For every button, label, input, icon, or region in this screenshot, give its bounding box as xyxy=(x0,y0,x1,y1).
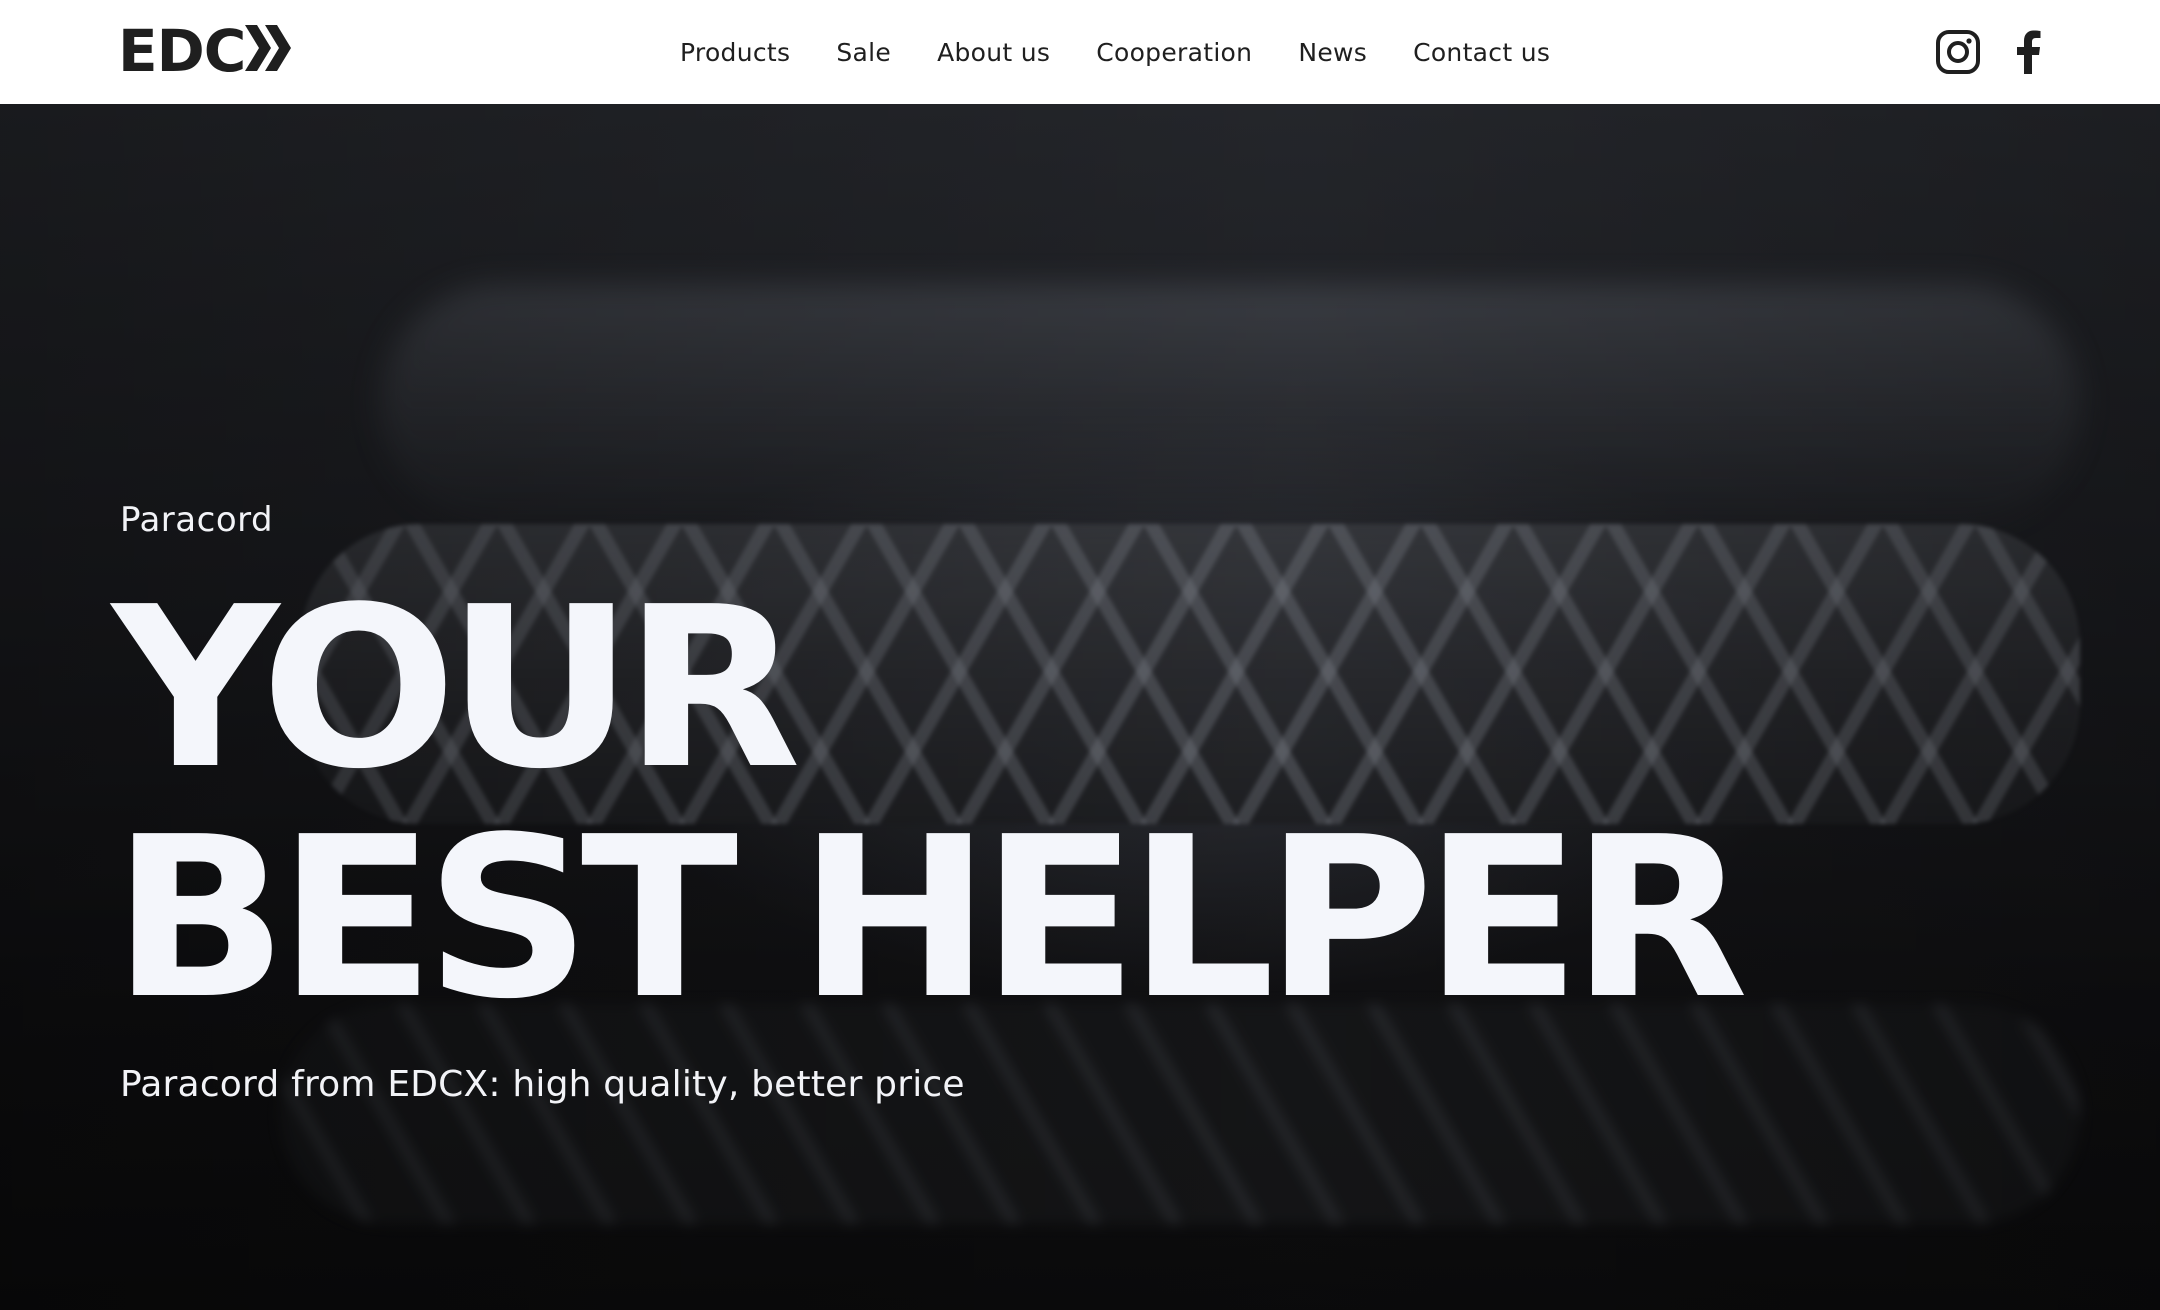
nav-news[interactable]: News xyxy=(1298,38,1367,67)
hero-headline-line-1: YOUR xyxy=(112,560,801,818)
site-header: EDC Products Sale About us Cooperation N… xyxy=(0,0,2160,104)
logo-text: EDC xyxy=(118,17,246,85)
logo-chevrons-icon xyxy=(243,22,295,80)
facebook-icon[interactable] xyxy=(2004,28,2052,76)
nav-sale[interactable]: Sale xyxy=(836,38,891,67)
nav-contact-us[interactable]: Contact us xyxy=(1413,38,1550,67)
nav-products[interactable]: Products xyxy=(680,38,790,67)
nav-cooperation[interactable]: Cooperation xyxy=(1096,38,1252,67)
logo[interactable]: EDC xyxy=(118,22,295,80)
hero-headline: YOUR BEST HELPER xyxy=(112,560,1749,1048)
hero-section: Paracord YOUR BEST HELPER Paracord from … xyxy=(0,104,2160,1310)
hero-subline: Paracord from EDCX: high quality, better… xyxy=(120,1064,965,1105)
hero-eyebrow: Paracord xyxy=(120,500,274,540)
main-nav: Products Sale About us Cooperation News … xyxy=(680,0,1596,104)
nav-about-us[interactable]: About us xyxy=(937,38,1050,67)
hero-headline-line-2: BEST HELPER xyxy=(112,790,1749,1048)
social-links xyxy=(1934,26,2052,78)
instagram-icon[interactable] xyxy=(1934,28,1982,76)
